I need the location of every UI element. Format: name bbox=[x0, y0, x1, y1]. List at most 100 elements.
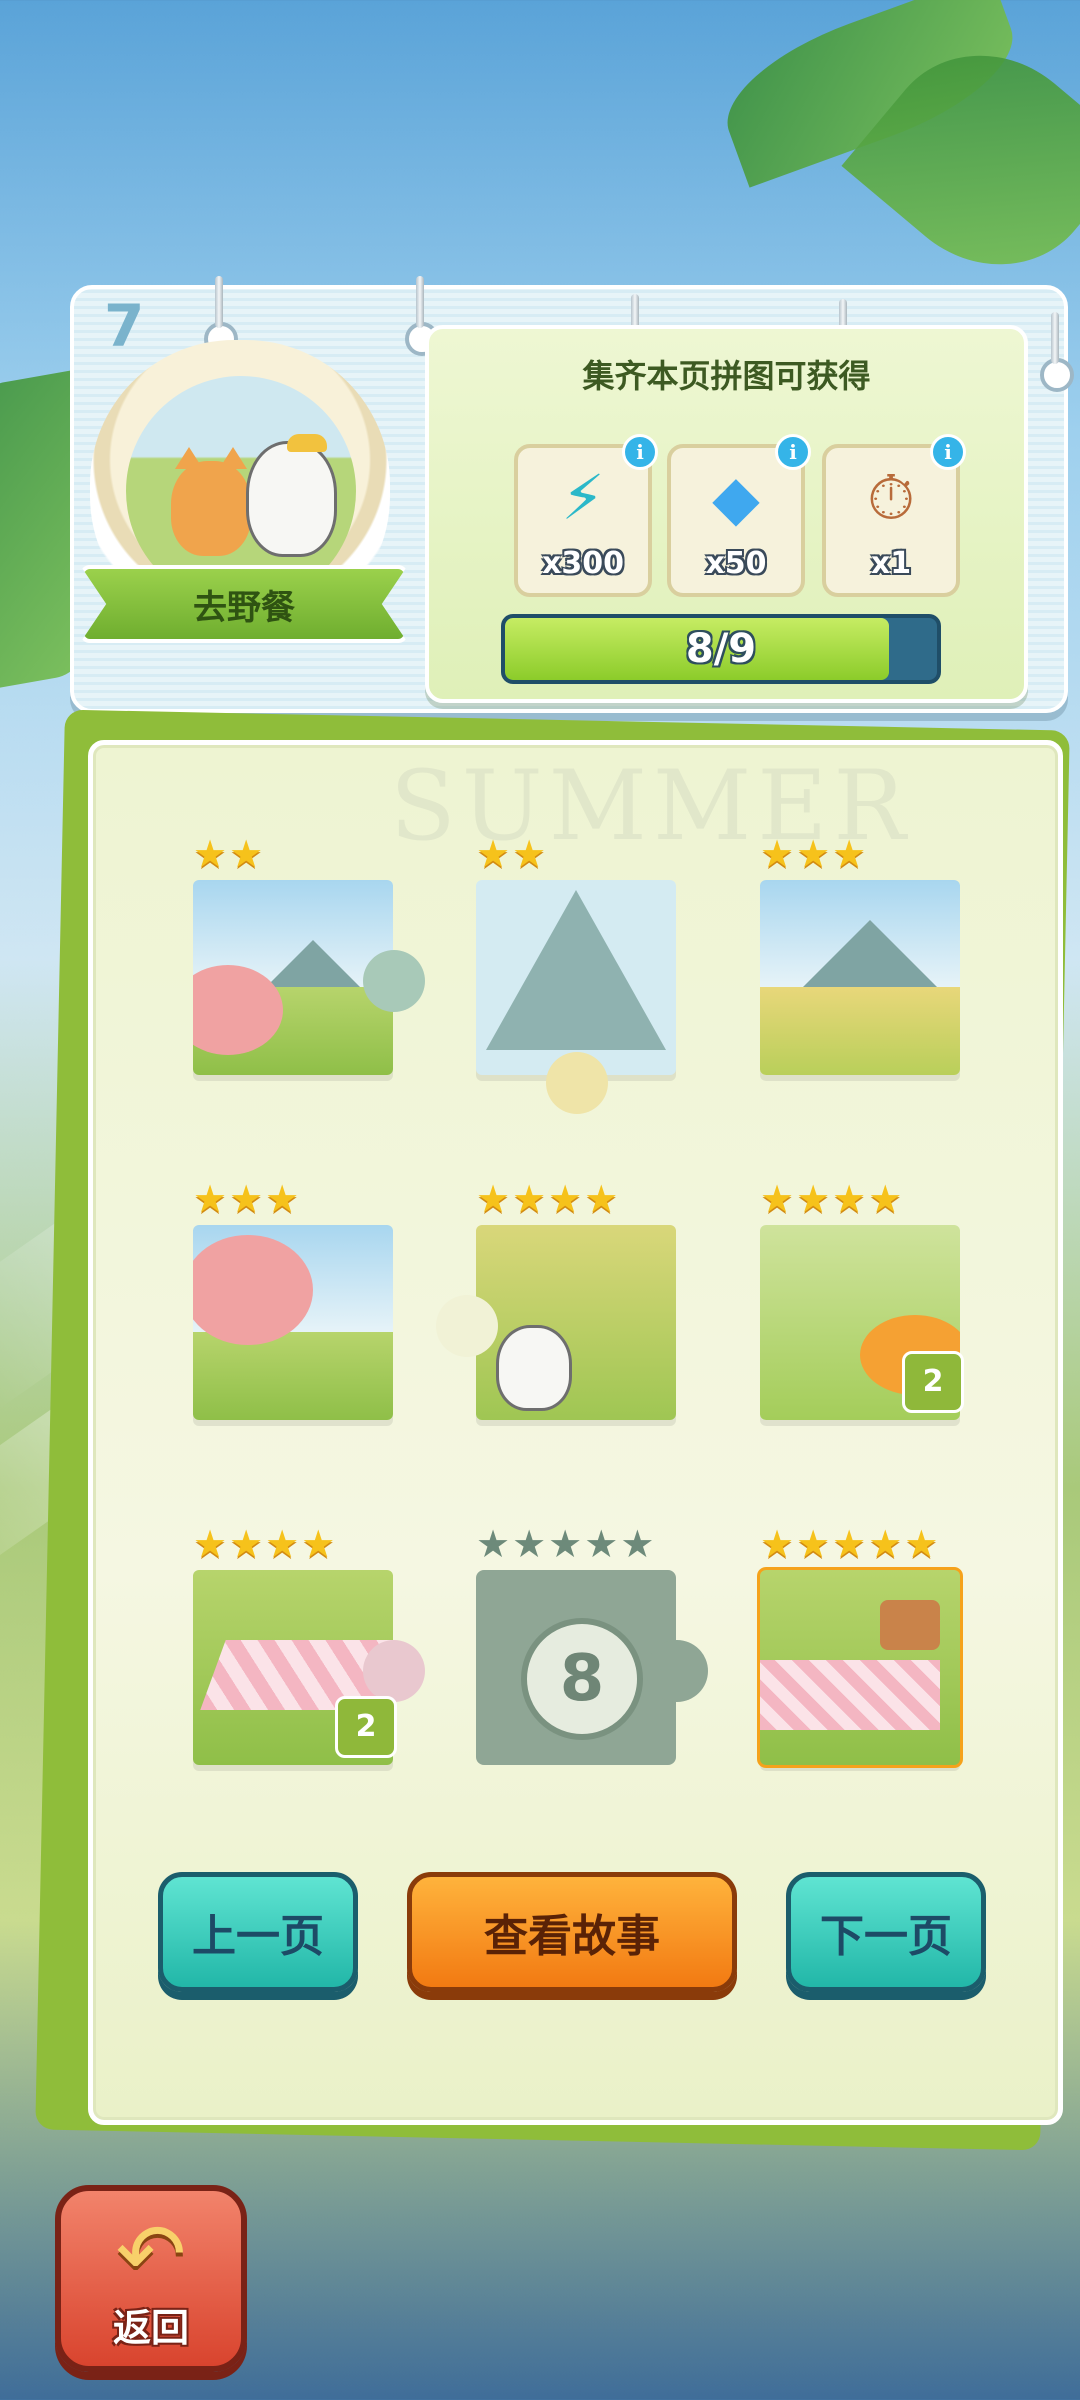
star-filled-icon: ★ bbox=[868, 1522, 903, 1566]
puzzle-piece-2[interactable]: ★ ★ bbox=[476, 834, 676, 1114]
star-filled-icon: ★ bbox=[229, 832, 264, 876]
prev-page-label: 上一页 bbox=[192, 1911, 324, 1962]
star-filled-icon: ★ bbox=[760, 1522, 795, 1566]
collection-progress-bar: 8/9 bbox=[501, 614, 941, 684]
picnic-blanket bbox=[760, 1660, 940, 1730]
reward-panel: 集齐本页拼图可获得 ⚡ x300 i ◆ x50 i ⏱ x1 i 8/9 bbox=[425, 325, 1028, 703]
reward-qty: x50 bbox=[705, 546, 767, 581]
stopwatch-icon: ⏱ bbox=[866, 461, 916, 534]
next-page-label: 下一页 bbox=[820, 1911, 952, 1962]
duplicate-count-badge: 2 bbox=[335, 1696, 397, 1758]
star-filled-icon: ★ bbox=[796, 832, 831, 876]
puzzle-piece-locked[interactable]: ★ ★ ★ ★ ★ 8 bbox=[476, 1524, 708, 1770]
star-filled-icon: ★ bbox=[229, 1177, 264, 1221]
piece-image bbox=[476, 1225, 676, 1420]
reward-item-diamond[interactable]: ◆ x50 i bbox=[667, 434, 811, 597]
star-empty-icon: ★ bbox=[476, 1522, 511, 1566]
star-rating: ★ ★ ★ ★ bbox=[193, 1524, 335, 1564]
piece-image bbox=[760, 880, 960, 1075]
star-empty-icon: ★ bbox=[620, 1522, 655, 1566]
puzzle-piece-4[interactable]: ★ ★ ★ bbox=[193, 1179, 393, 1425]
binder-ring bbox=[1040, 312, 1074, 392]
piece-image bbox=[193, 1225, 393, 1420]
puzzle-piece-6[interactable]: ★ ★ ★ ★ 2 bbox=[760, 1179, 964, 1425]
white-cat bbox=[246, 434, 337, 557]
star-filled-icon: ★ bbox=[832, 1177, 867, 1221]
star-filled-icon: ★ bbox=[193, 832, 228, 876]
picnic-basket bbox=[880, 1600, 940, 1650]
progress-text: 8/9 bbox=[685, 626, 757, 672]
back-button[interactable]: ↶ 返回 bbox=[55, 2185, 247, 2372]
puzzle-piece-7[interactable]: ★ ★ ★ ★ 2 bbox=[193, 1524, 425, 1770]
star-filled-icon: ★ bbox=[796, 1522, 831, 1566]
duplicate-count-badge: 2 bbox=[902, 1351, 964, 1413]
lightning-icon: ⚡ bbox=[561, 461, 605, 534]
puzzle-piece-5[interactable]: ★ ★ ★ ★ bbox=[436, 1179, 676, 1425]
piece-number: 8 bbox=[521, 1618, 643, 1740]
reward-qty: x1 bbox=[870, 546, 912, 581]
reward-title: 集齐本页拼图可获得 bbox=[582, 357, 871, 395]
chapter-title: 去野餐 bbox=[193, 587, 295, 628]
star-filled-icon: ★ bbox=[476, 1177, 511, 1221]
puzzle-piece-1[interactable]: ★ ★ bbox=[193, 834, 425, 1080]
star-filled-icon: ★ bbox=[760, 832, 795, 876]
reward-item-energy[interactable]: ⚡ x300 i bbox=[514, 434, 658, 597]
piece-knob bbox=[363, 1640, 425, 1702]
star-filled-icon: ★ bbox=[584, 1177, 619, 1221]
star-filled-icon: ★ bbox=[193, 1177, 228, 1221]
piece-knob bbox=[436, 1295, 498, 1357]
star-filled-icon: ★ bbox=[832, 1522, 867, 1566]
star-empty-icon: ★ bbox=[584, 1522, 619, 1566]
star-rating: ★ ★ ★ ★ bbox=[476, 1179, 618, 1219]
star-filled-icon: ★ bbox=[832, 832, 867, 876]
reward-qty: x300 bbox=[542, 546, 624, 581]
back-arrow-icon: ↶ bbox=[115, 2205, 187, 2303]
star-rating: ★ ★ ★ bbox=[760, 834, 866, 874]
star-filled-icon: ★ bbox=[193, 1522, 228, 1566]
star-filled-icon: ★ bbox=[229, 1522, 264, 1566]
white-cat bbox=[496, 1325, 572, 1411]
star-filled-icon: ★ bbox=[512, 832, 547, 876]
mountain bbox=[486, 890, 666, 1050]
piece-knob bbox=[646, 1640, 708, 1702]
next-page-button[interactable]: 下一页 bbox=[786, 1872, 986, 1992]
star-filled-icon: ★ bbox=[301, 1522, 336, 1566]
cat-hat bbox=[287, 434, 327, 452]
star-rating: ★ ★ bbox=[193, 834, 263, 874]
star-filled-icon: ★ bbox=[868, 1177, 903, 1221]
orange-cat bbox=[171, 447, 251, 556]
star-filled-icon: ★ bbox=[796, 1177, 831, 1221]
puzzle-piece-3[interactable]: ★ ★ ★ bbox=[760, 834, 960, 1080]
grass bbox=[760, 987, 960, 1075]
star-rating: ★ ★ ★ ★ bbox=[760, 1179, 902, 1219]
piece-knob bbox=[546, 1052, 608, 1114]
star-rating: ★ ★ ★ ★ ★ bbox=[760, 1524, 938, 1564]
star-filled-icon: ★ bbox=[265, 1177, 300, 1221]
info-icon[interactable]: i bbox=[622, 434, 658, 470]
grass bbox=[193, 1332, 393, 1420]
piece-knob bbox=[363, 950, 425, 1012]
diamond-icon: ◆ bbox=[712, 461, 760, 534]
info-icon[interactable]: i bbox=[930, 434, 966, 470]
reward-item-stopwatch[interactable]: ⏱ x1 i bbox=[822, 434, 966, 597]
info-icon[interactable]: i bbox=[775, 434, 811, 470]
view-story-label: 查看故事 bbox=[484, 1911, 660, 1962]
star-rating: ★ ★ ★ ★ ★ bbox=[476, 1524, 654, 1564]
star-rating: ★ ★ ★ bbox=[193, 1179, 299, 1219]
star-filled-icon: ★ bbox=[265, 1522, 300, 1566]
star-filled-icon: ★ bbox=[760, 1177, 795, 1221]
star-rating: ★ ★ bbox=[476, 834, 546, 874]
piece-image bbox=[476, 880, 676, 1075]
star-filled-icon: ★ bbox=[476, 832, 511, 876]
puzzle-piece-9[interactable]: ★ ★ ★ ★ ★ bbox=[757, 1524, 963, 1770]
star-filled-icon: ★ bbox=[904, 1522, 939, 1566]
badge-ribbon: 去野餐 bbox=[80, 565, 408, 643]
star-filled-icon: ★ bbox=[512, 1177, 547, 1221]
back-label: 返回 bbox=[112, 2306, 189, 2350]
prev-page-button[interactable]: 上一页 bbox=[158, 1872, 358, 1992]
star-empty-icon: ★ bbox=[548, 1522, 583, 1566]
star-empty-icon: ★ bbox=[512, 1522, 547, 1566]
star-filled-icon: ★ bbox=[548, 1177, 583, 1221]
chapter-badge: 去野餐 bbox=[80, 340, 410, 660]
view-story-button[interactable]: 查看故事 bbox=[407, 1872, 737, 1992]
